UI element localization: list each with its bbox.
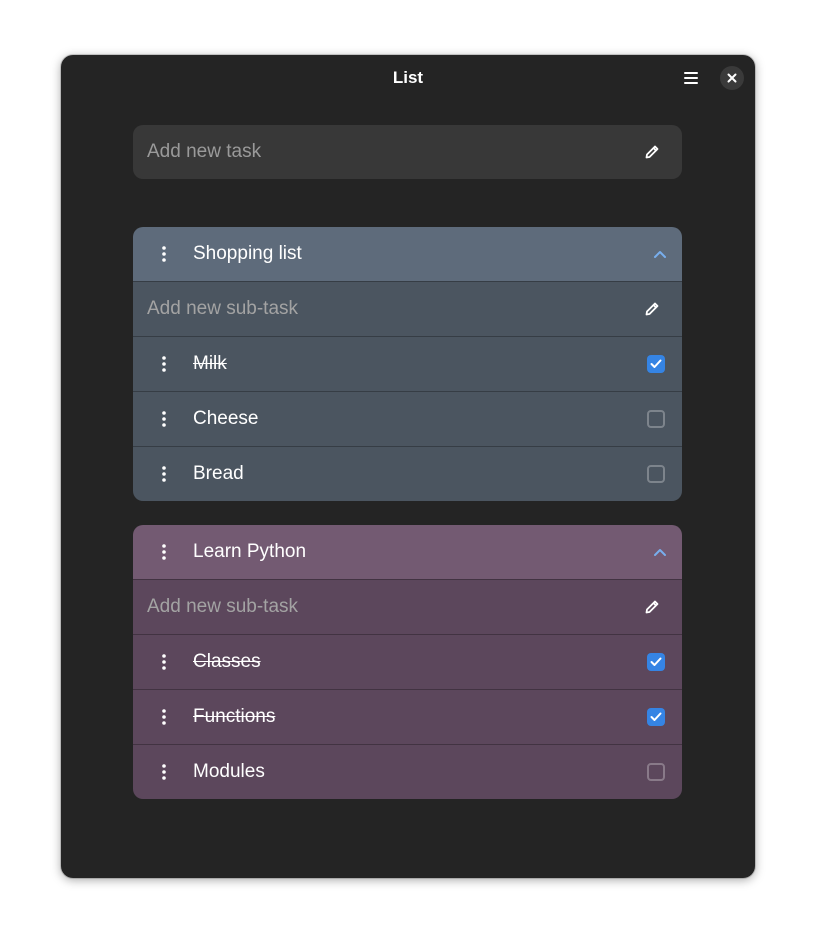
vertical-dots-icon bbox=[162, 356, 166, 372]
subtask-label: Bread bbox=[193, 463, 244, 484]
add-subtask-input[interactable] bbox=[133, 580, 613, 634]
drag-handle[interactable] bbox=[153, 540, 175, 564]
task-group-header[interactable]: Learn Python bbox=[133, 525, 682, 579]
add-subtask-entry bbox=[133, 579, 682, 634]
subtask-checkbox[interactable] bbox=[647, 653, 665, 671]
subtask-row[interactable]: Cheese bbox=[133, 391, 682, 446]
add-task-input[interactable] bbox=[133, 125, 613, 179]
task-group-title: Shopping list bbox=[193, 243, 302, 264]
hamburger-menu-icon bbox=[684, 72, 698, 84]
add-subtask-input[interactable] bbox=[133, 282, 613, 336]
subtask-label: Functions bbox=[193, 706, 276, 727]
subtask-checkbox[interactable] bbox=[647, 355, 665, 373]
subtask-label: Cheese bbox=[193, 408, 259, 429]
add-task-edit-button[interactable] bbox=[640, 140, 664, 164]
close-button[interactable] bbox=[720, 66, 744, 90]
app-window: List Add new task Shopping list Add new … bbox=[61, 55, 755, 878]
vertical-dots-icon bbox=[162, 764, 166, 780]
vertical-dots-icon bbox=[162, 544, 166, 560]
pencil-icon bbox=[645, 302, 659, 316]
drag-handle[interactable] bbox=[153, 242, 175, 266]
checkmark-icon bbox=[650, 657, 662, 666]
task-group-header[interactable]: Shopping list bbox=[133, 227, 682, 281]
vertical-dots-icon bbox=[162, 246, 166, 262]
chevron-up-icon bbox=[654, 548, 666, 556]
subtask-checkbox[interactable] bbox=[647, 708, 665, 726]
chevron-up-icon bbox=[654, 250, 666, 258]
drag-handle[interactable] bbox=[153, 650, 175, 674]
task-group-title: Learn Python bbox=[193, 541, 307, 562]
subtask-row[interactable]: Milk bbox=[133, 336, 682, 391]
collapse-button[interactable] bbox=[650, 542, 670, 562]
subtask-checkbox[interactable] bbox=[647, 465, 665, 483]
pencil-icon bbox=[645, 600, 659, 614]
checkmark-icon bbox=[650, 712, 662, 721]
subtask-checkbox[interactable] bbox=[647, 763, 665, 781]
drag-handle[interactable] bbox=[153, 760, 175, 784]
drag-handle[interactable] bbox=[153, 705, 175, 729]
collapse-button[interactable] bbox=[650, 244, 670, 264]
add-subtask-edit-button[interactable] bbox=[640, 297, 664, 321]
task-group-shopping-list: Shopping list Milk bbox=[133, 227, 682, 501]
subtask-label: Milk bbox=[193, 353, 227, 374]
vertical-dots-icon bbox=[162, 411, 166, 427]
subtask-row[interactable]: Functions bbox=[133, 689, 682, 744]
drag-handle[interactable] bbox=[153, 407, 175, 431]
header-bar: List bbox=[61, 55, 755, 101]
pencil-icon bbox=[645, 145, 659, 159]
subtask-row[interactable]: Bread bbox=[133, 446, 682, 501]
add-task-entry bbox=[133, 125, 682, 179]
subtask-checkbox[interactable] bbox=[647, 410, 665, 428]
vertical-dots-icon bbox=[162, 466, 166, 482]
window-title: List bbox=[392, 68, 424, 87]
drag-handle[interactable] bbox=[153, 462, 175, 486]
task-group-learn-python: Learn Python Classes bbox=[133, 525, 682, 799]
add-subtask-edit-button[interactable] bbox=[640, 595, 664, 619]
subtask-row[interactable]: Modules bbox=[133, 744, 682, 799]
drag-handle[interactable] bbox=[153, 352, 175, 376]
main-menu-button[interactable] bbox=[678, 66, 704, 90]
vertical-dots-icon bbox=[162, 709, 166, 725]
add-subtask-entry bbox=[133, 281, 682, 336]
close-icon bbox=[727, 73, 737, 83]
subtask-label: Modules bbox=[193, 761, 265, 782]
subtask-row[interactable]: Classes bbox=[133, 634, 682, 689]
subtask-label: Classes bbox=[193, 651, 261, 672]
vertical-dots-icon bbox=[162, 654, 166, 670]
checkmark-icon bbox=[650, 359, 662, 368]
